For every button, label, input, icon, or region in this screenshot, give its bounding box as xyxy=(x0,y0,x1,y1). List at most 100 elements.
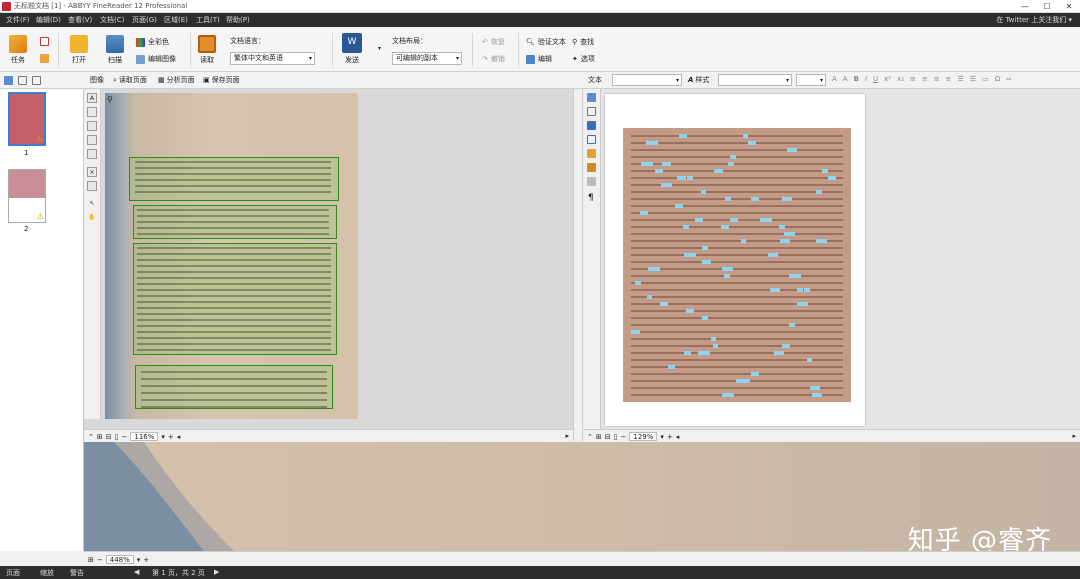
table-area-tool-icon[interactable] xyxy=(87,121,97,131)
uncertain-character-highlight[interactable] xyxy=(702,316,708,320)
twitter-follow-link[interactable]: 在 Twitter 上关注我们 ▾ xyxy=(996,15,1072,25)
uncertain-character-highlight[interactable] xyxy=(804,288,810,292)
uncertain-character-highlight[interactable] xyxy=(787,148,797,152)
previous-page-icon[interactable]: ◀ xyxy=(134,568,139,576)
verify-text-button[interactable]: 🔍︎ 验证文本 xyxy=(526,37,566,47)
font-grow-icon[interactable]: A xyxy=(832,75,837,83)
uncertain-character-highlight[interactable] xyxy=(635,281,641,285)
uncertain-character-highlight[interactable] xyxy=(722,393,734,397)
uncertain-character-highlight[interactable] xyxy=(711,337,716,341)
edit-image-button[interactable]: 编辑图像 xyxy=(136,54,176,64)
save-text-icon[interactable] xyxy=(587,121,596,130)
next-page-icon[interactable]: ▶ xyxy=(214,568,219,576)
uncertain-character-highlight[interactable] xyxy=(782,197,792,201)
bold-button[interactable]: B xyxy=(854,75,859,83)
uncertain-character-highlight[interactable] xyxy=(725,197,731,201)
undo-button[interactable]: ↶ 恢复 xyxy=(482,37,505,47)
uncertain-character-highlight[interactable] xyxy=(701,190,706,194)
fit-page-icon[interactable]: ⊞ xyxy=(97,433,103,441)
pointer-tool-icon[interactable]: ↖ xyxy=(87,199,97,209)
hand-tool-icon[interactable]: ✋ xyxy=(87,213,97,223)
uncertain-character-highlight[interactable] xyxy=(684,253,696,257)
zoom-in-button[interactable]: + xyxy=(667,433,673,441)
uncertain-character-highlight[interactable] xyxy=(789,323,795,327)
uncertain-character-highlight[interactable] xyxy=(797,302,808,306)
uncertain-character-highlight[interactable] xyxy=(647,295,652,299)
scroll-left-icon[interactable]: ◂ xyxy=(676,433,680,441)
uncertain-character-highlight[interactable] xyxy=(812,393,822,397)
full-color-button[interactable]: 全彩色 xyxy=(136,37,169,47)
uncertain-character-highlight[interactable] xyxy=(768,253,778,257)
uncertain-character-highlight[interactable] xyxy=(640,211,648,215)
send-button[interactable]: W 发送 xyxy=(340,33,364,65)
fit-height-icon[interactable]: ▯ xyxy=(614,433,618,441)
page-thumbnail-1[interactable]: ⚠ xyxy=(8,92,46,146)
open-button[interactable]: 打开 xyxy=(66,35,92,65)
layout-view-icon[interactable] xyxy=(587,135,596,144)
replace-text-icon[interactable] xyxy=(587,163,596,172)
scroll-left-icon[interactable]: ◂ xyxy=(177,433,181,441)
redo-button[interactable]: ↷ 撤销 xyxy=(482,54,505,64)
uncertain-character-highlight[interactable] xyxy=(807,358,812,362)
uncertain-character-highlight[interactable] xyxy=(789,274,801,278)
uncertain-character-highlight[interactable] xyxy=(702,260,711,264)
uncertain-character-highlight[interactable] xyxy=(662,162,671,166)
close-button[interactable]: ✕ xyxy=(1058,0,1080,13)
uncertain-character-highlight[interactable] xyxy=(702,246,708,250)
uncertain-character-highlight[interactable] xyxy=(679,134,687,138)
uncertain-character-highlight[interactable] xyxy=(782,344,790,348)
scan-button[interactable]: 扫描 xyxy=(102,35,128,65)
uncertain-character-highlight[interactable] xyxy=(683,225,689,229)
chevron-down-icon[interactable]: ▾ xyxy=(660,433,664,441)
spellcheck-icon[interactable] xyxy=(587,177,596,186)
insert-picture-icon[interactable]: ▭ xyxy=(982,75,989,83)
uncertain-character-highlight[interactable] xyxy=(684,351,691,355)
uncertain-character-highlight[interactable] xyxy=(721,225,729,229)
uncertain-character-highlight[interactable] xyxy=(687,176,693,180)
uncertain-character-highlight[interactable] xyxy=(631,330,640,334)
uncertain-character-highlight[interactable] xyxy=(751,197,759,201)
task-button[interactable]: 任务 xyxy=(6,35,30,65)
uncertain-character-highlight[interactable] xyxy=(748,141,756,145)
uncertain-character-highlight[interactable] xyxy=(648,267,660,271)
paragraph-style-select[interactable]: ▾ xyxy=(718,74,792,86)
menu-area[interactable]: 区域(E) xyxy=(164,15,188,25)
save-page-button[interactable]: ▣ 保存页面 xyxy=(203,75,240,85)
tab-pages[interactable]: 页面 xyxy=(6,568,20,578)
text-area-tool-icon[interactable]: A xyxy=(87,93,97,103)
uncertain-character-highlight[interactable] xyxy=(686,309,694,313)
read-page-button[interactable]: ⌕ 读取页面 xyxy=(113,75,147,85)
find-text-icon[interactable] xyxy=(587,149,596,158)
toolbar-more-icon[interactable]: ⇨ xyxy=(1006,75,1012,83)
fit-page-icon[interactable]: ⊞ xyxy=(596,433,602,441)
uncertain-character-highlight[interactable] xyxy=(774,351,784,355)
zoom-out-button[interactable]: − xyxy=(97,556,103,564)
scroll-right-icon[interactable]: ▸ xyxy=(565,432,569,440)
align-left-icon[interactable]: ≡ xyxy=(910,75,916,83)
menu-page[interactable]: 页面(G) xyxy=(132,15,157,25)
underline-button[interactable]: U xyxy=(873,75,878,83)
fit-page-icon[interactable]: ⊞ xyxy=(88,556,94,564)
uncertain-character-highlight[interactable] xyxy=(695,218,703,222)
uncertain-character-highlight[interactable] xyxy=(822,169,828,173)
page-properties-icon[interactable] xyxy=(32,76,41,85)
menu-document[interactable]: 文档(C) xyxy=(100,15,124,25)
options-button[interactable]: ✦ 选项 xyxy=(572,54,595,64)
uncertain-character-highlight[interactable] xyxy=(741,239,746,243)
superscript-button[interactable]: x² xyxy=(884,75,891,83)
uncertain-character-highlight[interactable] xyxy=(751,372,759,376)
verify-tool-icon[interactable] xyxy=(587,93,596,102)
uncertain-character-highlight[interactable] xyxy=(655,169,663,173)
doc-language-select[interactable]: 繁体中文和英语 ▾ xyxy=(230,52,315,65)
uncertain-character-highlight[interactable] xyxy=(728,162,734,166)
uncertain-character-highlight[interactable] xyxy=(816,190,822,194)
uncertain-character-highlight[interactable] xyxy=(677,176,686,180)
tab-warnings[interactable]: 警告 xyxy=(70,568,84,578)
image-zoom-value[interactable]: 116% xyxy=(130,432,159,441)
fit-height-icon[interactable]: ▯ xyxy=(115,433,119,441)
new-task-icon[interactable] xyxy=(40,37,49,46)
uncertain-character-highlight[interactable] xyxy=(661,183,672,187)
chevron-down-icon[interactable]: ▾ xyxy=(137,556,141,564)
menu-tools[interactable]: 工具(T) xyxy=(196,15,220,25)
fit-width-icon[interactable]: ⊟ xyxy=(605,433,611,441)
